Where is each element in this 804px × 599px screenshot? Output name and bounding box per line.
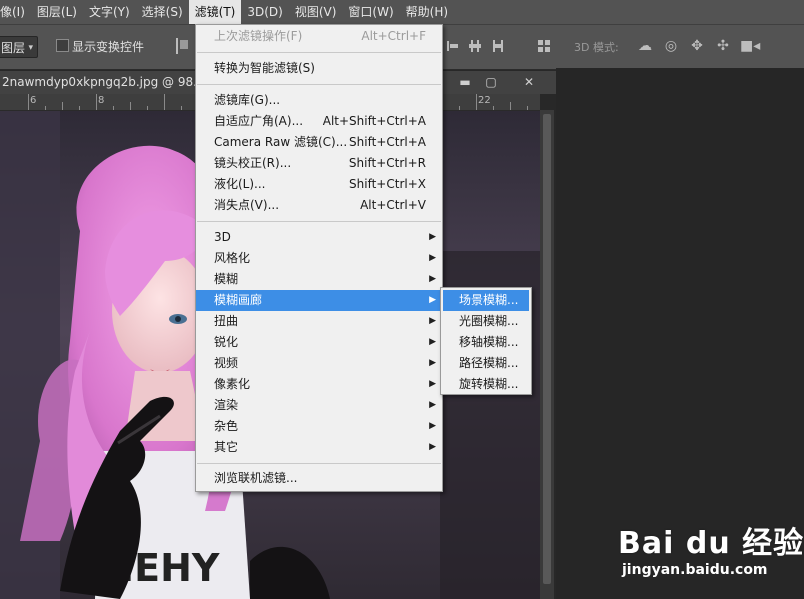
menu-separator [197, 52, 441, 53]
ruler-label: 8 [98, 95, 105, 106]
menu-item-blur[interactable]: 模糊 ▶ [196, 269, 442, 290]
menu-item-sharpen[interactable]: 锐化 ▶ [196, 332, 442, 353]
submenu-arrow-icon: ▶ [429, 295, 436, 305]
menu-separator [197, 463, 441, 464]
menu-item-adaptive-wide-angle[interactable]: 自适应广角(A)... Alt+Shift+Ctrl+A [196, 111, 442, 132]
3d-mode-label: 3D 模式: [574, 41, 619, 54]
menu-filter[interactable]: 滤镜(T) [188, 0, 242, 24]
menu-window[interactable]: 窗口(W) [342, 0, 399, 24]
menu-item-browse-online[interactable]: 浏览联机滤镜... [196, 468, 442, 489]
menu-item-lens-correction[interactable]: 镜头校正(R)... Shift+Ctrl+R [196, 153, 442, 174]
3d-pan-icon[interactable]: ✥ [688, 37, 706, 55]
auto-select-dropdown[interactable]: 图层 ▾ [0, 36, 38, 58]
menu-bar: 像(I) 图层(L) 文字(Y) 选择(S) 滤镜(T) 3D(D) 视图(V)… [0, 0, 804, 24]
submenu-arrow-icon: ▶ [429, 253, 436, 263]
menu-view[interactable]: 视图(V) [289, 0, 343, 24]
menu-layer[interactable]: 图层(L) [31, 0, 83, 24]
ruler-label: 6 [30, 95, 37, 106]
distribute-left-icon[interactable] [469, 38, 483, 54]
submenu-arrow-icon: ▶ [429, 337, 436, 347]
menu-item-pixelate[interactable]: 像素化 ▶ [196, 374, 442, 395]
menu-item-filter-gallery[interactable]: 滤镜库(G)... [196, 90, 442, 111]
menu-separator [197, 84, 441, 85]
submenu-arrow-icon: ▶ [429, 274, 436, 284]
menu-item-blur-gallery[interactable]: 模糊画廊 ▶ [196, 290, 442, 311]
menu-item-convert-smart-filter[interactable]: 转换为智能滤镜(S) [196, 58, 442, 79]
menu-item-stylize[interactable]: 风格化 ▶ [196, 248, 442, 269]
menu-select[interactable]: 选择(S) [136, 0, 189, 24]
submenu-item-path-blur[interactable]: 路径模糊... [443, 353, 529, 374]
menu-type[interactable]: 文字(Y) [83, 0, 136, 24]
submenu-item-spin-blur[interactable]: 旋转模糊... [443, 374, 529, 395]
menu-item-other[interactable]: 其它 ▶ [196, 437, 442, 458]
auto-select-value: 图层 [1, 41, 26, 55]
submenu-arrow-icon: ▶ [429, 316, 436, 326]
maximize-icon[interactable]: ▢ [478, 71, 504, 94]
chevron-down-icon: ▾ [28, 43, 33, 53]
filter-menu: 上次滤镜操作(F) Alt+Ctrl+F 转换为智能滤镜(S) 滤镜库(G)..… [195, 24, 443, 492]
menu-3d[interactable]: 3D(D) [241, 0, 288, 24]
blur-gallery-submenu: 场景模糊... 光圈模糊... 移轴模糊... 路径模糊... 旋转模糊... [440, 287, 532, 395]
scrollbar-thumb[interactable] [543, 114, 551, 584]
watermark-url: jingyan.baidu.com [622, 562, 768, 578]
menu-help[interactable]: 帮助(H) [400, 0, 454, 24]
menu-item-3d[interactable]: 3D ▶ [196, 227, 442, 248]
menu-item-video[interactable]: 视频 ▶ [196, 353, 442, 374]
submenu-arrow-icon: ▶ [429, 421, 436, 431]
show-transform-label: 显示变换控件 [72, 40, 145, 54]
menu-item-last-filter[interactable]: 上次滤镜操作(F) Alt+Ctrl+F [196, 26, 442, 47]
menu-item-distort[interactable]: 扭曲 ▶ [196, 311, 442, 332]
submenu-arrow-icon: ▶ [429, 232, 436, 242]
submenu-arrow-icon: ▶ [429, 379, 436, 389]
submenu-arrow-icon: ▶ [429, 358, 436, 368]
minimize-icon[interactable]: ▬ [452, 71, 478, 94]
3d-orbit-icon[interactable]: ☁ [636, 37, 654, 55]
submenu-item-tilt-shift[interactable]: 移轴模糊... [443, 332, 529, 353]
3d-roll-icon[interactable]: ◎ [662, 37, 680, 55]
menu-item-noise[interactable]: 杂色 ▶ [196, 416, 442, 437]
vertical-scrollbar[interactable] [540, 110, 554, 599]
document-window-controls: ▬ ▢ ✕ [444, 71, 556, 94]
ruler-label: 22 [478, 95, 491, 106]
document-title: 2nawmdyp0xkpngq2b.jpg @ 98.4% [2, 75, 216, 89]
submenu-arrow-icon: ▶ [429, 442, 436, 452]
menu-item-liquify[interactable]: 液化(L)... Shift+Ctrl+X [196, 174, 442, 195]
menu-image[interactable]: 像(I) [0, 0, 31, 24]
distribute-bottom-icon[interactable] [447, 38, 461, 54]
3d-scale-icon[interactable]: ■◂ [740, 37, 760, 55]
align-top-icon[interactable] [176, 38, 190, 54]
baidu-jingyan-logo: Bai du 经验 [618, 526, 804, 561]
menu-item-vanishing-point[interactable]: 消失点(V)... Alt+Ctrl+V [196, 195, 442, 216]
distribute-hcenter-icon[interactable] [492, 38, 506, 54]
menu-item-render[interactable]: 渲染 ▶ [196, 395, 442, 416]
3d-slide-icon[interactable]: ✣ [714, 37, 732, 55]
show-transform-checkbox[interactable] [56, 39, 69, 52]
submenu-item-iris-blur[interactable]: 光圈模糊... [443, 311, 529, 332]
submenu-item-field-blur[interactable]: 场景模糊... [443, 290, 529, 311]
close-icon[interactable]: ✕ [516, 71, 542, 94]
submenu-arrow-icon: ▶ [429, 400, 436, 410]
menu-separator [197, 221, 441, 222]
menu-item-camera-raw[interactable]: Camera Raw 滤镜(C)... Shift+Ctrl+A [196, 132, 442, 153]
auto-align-icon[interactable] [538, 38, 552, 54]
